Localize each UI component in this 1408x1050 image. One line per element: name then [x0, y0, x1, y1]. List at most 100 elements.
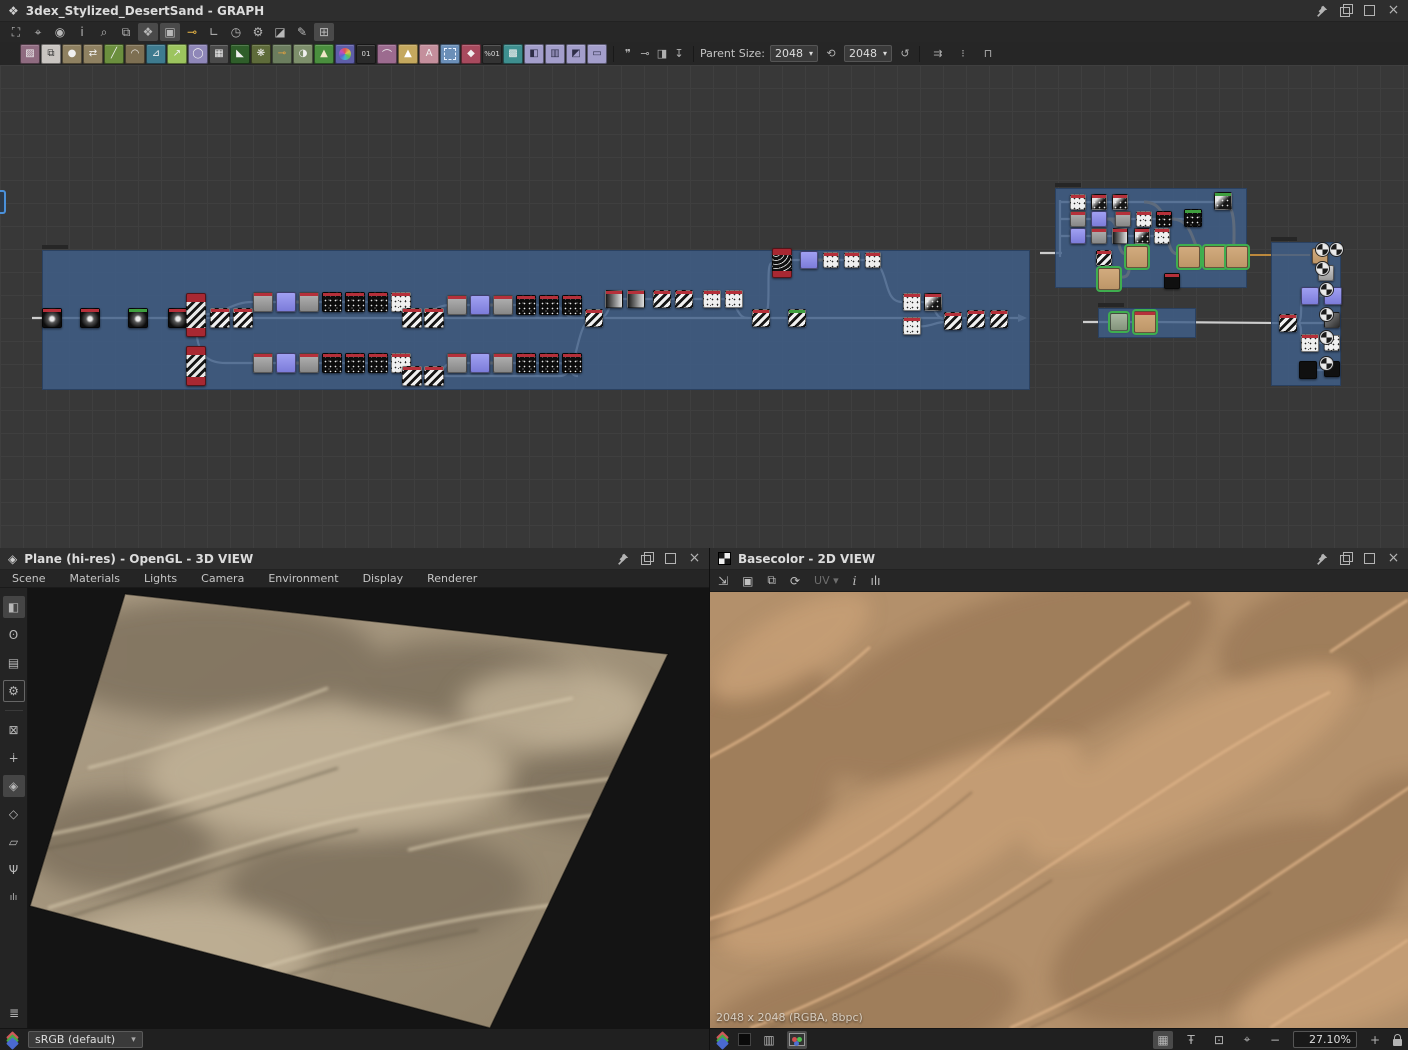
- camera-icon[interactable]: ◧: [2, 596, 25, 618]
- histogram-icon[interactable]: ılı: [3, 887, 25, 909]
- graph-node-gray[interactable]: [253, 292, 273, 312]
- information-icon[interactable]: i: [853, 574, 857, 588]
- btn-quantize[interactable]: %01: [482, 43, 502, 64]
- pin-icon[interactable]: [1315, 4, 1328, 17]
- view3d-viewport[interactable]: [28, 588, 709, 1028]
- view2d-viewport[interactable]: 2048 x 2048 (RGBA, 8bpc): [710, 592, 1408, 1028]
- graph-node-noiseW[interactable]: [844, 252, 860, 268]
- graph-node-stripe[interactable]: [210, 308, 230, 328]
- graph-node-noiseB[interactable]: [1184, 209, 1202, 227]
- graph-node-grad[interactable]: [1112, 228, 1128, 244]
- menu-display[interactable]: Display: [351, 572, 416, 585]
- wireframe-view-icon[interactable]: ◇: [3, 803, 25, 825]
- btn-fx-map[interactable]: ▩: [503, 43, 523, 64]
- maximize-icon[interactable]: [1363, 4, 1376, 17]
- mannequin-icon[interactable]: Ŧ: [1181, 1031, 1201, 1049]
- graph-node-tan[interactable]: [1134, 311, 1156, 333]
- graph-node-noiseBW[interactable]: [1214, 192, 1232, 210]
- display-image-icon[interactable]: ◪: [270, 23, 290, 41]
- uv-dropdown[interactable]: UV ▾: [814, 574, 839, 587]
- graph-node-noiseBW[interactable]: [1091, 194, 1107, 210]
- btn-directional-warp[interactable]: ⇄: [83, 43, 103, 64]
- tools-icon[interactable]: ⚙: [248, 23, 268, 41]
- grid-toggle-icon[interactable]: ▦: [1153, 1030, 1173, 1049]
- graph-node-tallstripe[interactable]: [186, 293, 206, 337]
- close-icon[interactable]: ×: [688, 551, 701, 565]
- image-node-icon[interactable]: ◨: [654, 47, 670, 60]
- btn-material-2[interactable]: ▥: [545, 43, 565, 64]
- graph-node-noiseW[interactable]: [1136, 211, 1152, 227]
- graph-node-gray[interactable]: [447, 353, 467, 373]
- elbow-links-icon[interactable]: ∟: [204, 23, 224, 41]
- maximize-icon[interactable]: [1363, 552, 1376, 565]
- graph-node-gray[interactable]: [493, 295, 513, 315]
- graph-node-stripe[interactable]: [402, 366, 422, 386]
- btn-histogram-scan[interactable]: ▲: [314, 43, 334, 64]
- graph-node-gray[interactable]: [299, 353, 319, 373]
- copy-image-icon[interactable]: ⧉: [767, 573, 776, 588]
- graph-node-noiseW[interactable]: [823, 252, 839, 268]
- snap-grid-icon[interactable]: ⊓: [980, 47, 996, 60]
- graph-node-noiseBW[interactable]: [1112, 194, 1128, 210]
- pin-node-icon[interactable]: ↧: [671, 47, 687, 60]
- node-graph-icon[interactable]: ❖: [138, 23, 158, 41]
- btn-curve[interactable]: ╱: [104, 43, 124, 64]
- scene-tree-icon[interactable]: ≣: [3, 1002, 25, 1024]
- btn-blur[interactable]: ●: [62, 43, 82, 64]
- graph-node-stripe[interactable]: [675, 290, 693, 308]
- graph-node-noiseB[interactable]: [539, 353, 559, 373]
- actual-pixels-icon[interactable]: ⌖: [1237, 1031, 1257, 1049]
- graph-node-tan[interactable]: [1098, 268, 1120, 290]
- channels-stack-icon[interactable]: [716, 1030, 730, 1050]
- graph-node-stripe[interactable]: [653, 290, 671, 308]
- output-sphere-icon[interactable]: [1320, 283, 1333, 296]
- zoom-icon[interactable]: ⌕: [94, 23, 114, 41]
- btn-flood-fill[interactable]: ◣: [230, 43, 250, 64]
- tripod-icon[interactable]: Ψ: [3, 859, 25, 881]
- graph-node-tallstripe[interactable]: [186, 346, 206, 386]
- float-window-icon[interactable]: [1339, 4, 1353, 17]
- graph-node-stripe[interactable]: [233, 308, 253, 328]
- btn-gradient[interactable]: ◑: [293, 43, 313, 64]
- menu-lights[interactable]: Lights: [132, 572, 189, 585]
- graph-node-stripe[interactable]: [788, 309, 806, 327]
- link-views-icon[interactable]: ⧉: [116, 23, 136, 41]
- btn-crop[interactable]: [440, 43, 460, 64]
- fit-view-icon[interactable]: ⊡: [1209, 1031, 1229, 1049]
- graph-node-noiseW[interactable]: [1301, 334, 1319, 352]
- graph-node-grayG[interactable]: [1110, 313, 1128, 331]
- dot-link-icon[interactable]: ⊸: [637, 47, 653, 60]
- graph-node-noiseBW[interactable]: [1134, 228, 1150, 244]
- zoom-in-button[interactable]: +: [1365, 1031, 1385, 1049]
- graph-node-stripe[interactable]: [967, 310, 985, 328]
- graph-node-noiseW[interactable]: [1070, 194, 1086, 210]
- graph-node-purple[interactable]: [276, 292, 296, 312]
- straight-links-icon[interactable]: ⊸: [182, 23, 202, 41]
- graph-titlebar[interactable]: ❖ 3dex_Stylized_DesertSand - GRAPH ×: [0, 0, 1408, 22]
- graph-node-gray[interactable]: [447, 295, 467, 315]
- btn-warp[interactable]: ◠: [125, 43, 145, 64]
- graph-node-noiseBW[interactable]: [924, 293, 942, 311]
- btn-material-3[interactable]: ◩: [566, 43, 586, 64]
- output-sphere-icon[interactable]: [1320, 357, 1333, 370]
- graph-node-gray[interactable]: [253, 353, 273, 373]
- btn-chain[interactable]: ⊸: [272, 43, 292, 64]
- graph-node-purple[interactable]: [1070, 228, 1086, 244]
- graph-canvas[interactable]: [0, 65, 1408, 548]
- menu-camera[interactable]: Camera: [189, 572, 256, 585]
- zoom-out-button[interactable]: −: [1265, 1031, 1285, 1049]
- marquee-select-icon[interactable]: ⛶: [6, 23, 26, 41]
- btn-normal[interactable]: ↗: [167, 43, 187, 64]
- graph-node-stripe[interactable]: [752, 309, 770, 327]
- colorspace-stack-icon[interactable]: [6, 1030, 20, 1050]
- reset-size-icon[interactable]: ↺: [897, 47, 913, 60]
- export-image-icon[interactable]: ⇲: [718, 574, 728, 588]
- fit-scene-icon[interactable]: ⊠: [3, 719, 25, 741]
- menu-environment[interactable]: Environment: [256, 572, 350, 585]
- comment-icon[interactable]: ❞: [620, 47, 636, 60]
- graph-node-noiseW[interactable]: [725, 290, 743, 308]
- graph-node-purple[interactable]: [470, 295, 490, 315]
- axis-gizmo-icon[interactable]: ∔: [3, 747, 25, 769]
- btn-slope-blur[interactable]: ▲: [398, 43, 418, 64]
- thumbnails-icon[interactable]: ▣: [160, 23, 180, 41]
